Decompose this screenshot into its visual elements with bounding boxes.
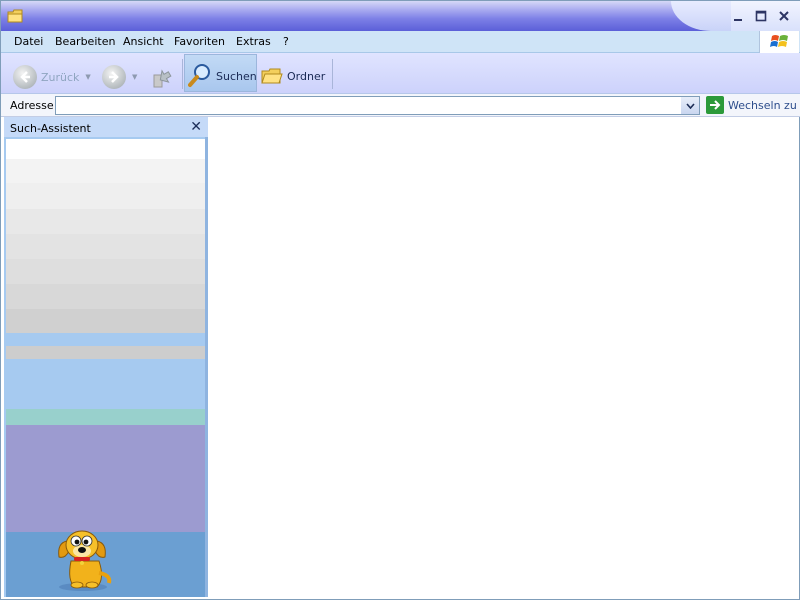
go-button[interactable] [706,96,724,114]
menu-help[interactable]: ? [283,35,289,48]
minimize-button[interactable] [730,8,746,24]
address-label: Adresse [10,99,54,112]
pane-title: Such-Assistent [10,122,91,135]
pane-content-row [6,159,205,183]
folders-button[interactable]: Ordner [261,60,325,92]
menu-ansicht[interactable]: Ansicht [123,35,164,48]
pane-content-band [6,409,205,425]
close-button[interactable] [776,8,792,24]
title-bar-curve [671,1,731,31]
back-button[interactable]: Zurück ▼ [13,61,91,93]
close-icon [779,11,789,21]
search-button[interactable]: Suchen [188,60,257,92]
menu-datei[interactable]: Datei [14,35,43,48]
maximize-button[interactable] [753,8,769,24]
forward-button[interactable]: ▼ [102,61,137,93]
pane-content-row [6,209,205,234]
up-folder-icon [153,69,172,88]
windows-flag-icon [769,35,788,47]
pane-content-row [6,183,205,209]
maximize-icon [755,10,767,22]
search-icon [188,64,210,87]
menu-favoriten[interactable]: Favoriten [174,35,225,48]
back-arrow-icon [13,65,37,89]
close-icon[interactable]: ✕ [190,119,202,135]
menu-extras[interactable]: Extras [236,35,271,48]
go-arrow-icon [710,100,721,110]
chevron-down-icon [685,102,695,109]
search-label: Suchen [216,69,257,83]
pane-header: Such-Assistent ✕ [4,117,208,137]
pane-content-row [6,309,205,333]
search-dog-icon[interactable] [53,521,115,593]
back-dropdown-icon[interactable]: ▼ [85,73,90,81]
results-pane[interactable] [211,117,798,597]
explorer-window: Datei Bearbeiten Ansicht Favoriten Extra… [0,0,800,600]
folder-icon[interactable] [7,9,23,23]
toolbar-separator-2 [332,59,333,89]
windows-logo [759,31,799,53]
back-label: Zurück [41,70,80,84]
go-label[interactable]: Wechseln zu [728,99,797,112]
pane-content-row [6,284,205,309]
title-bar[interactable] [1,1,800,31]
pane-content-row [6,139,205,159]
pane-content-row [6,234,205,259]
up-folder-button[interactable] [151,61,173,93]
minimize-icon [734,19,742,21]
forward-arrow-icon [102,65,126,89]
folders-icon [261,68,283,84]
folders-label: Ordner [287,69,326,83]
address-input[interactable] [55,96,700,115]
toolbar-separator [182,59,183,89]
address-bar: Adresse Wechseln zu [1,94,800,117]
menu-bar: Datei Bearbeiten Ansicht Favoriten Extra… [1,31,800,53]
pane-content-band [6,425,205,532]
pane-content-row [6,346,205,359]
menu-bearbeiten[interactable]: Bearbeiten [55,35,115,48]
address-dropdown-button[interactable] [681,97,699,114]
forward-dropdown-icon[interactable]: ▼ [132,73,137,81]
pane-content-row [6,259,205,284]
